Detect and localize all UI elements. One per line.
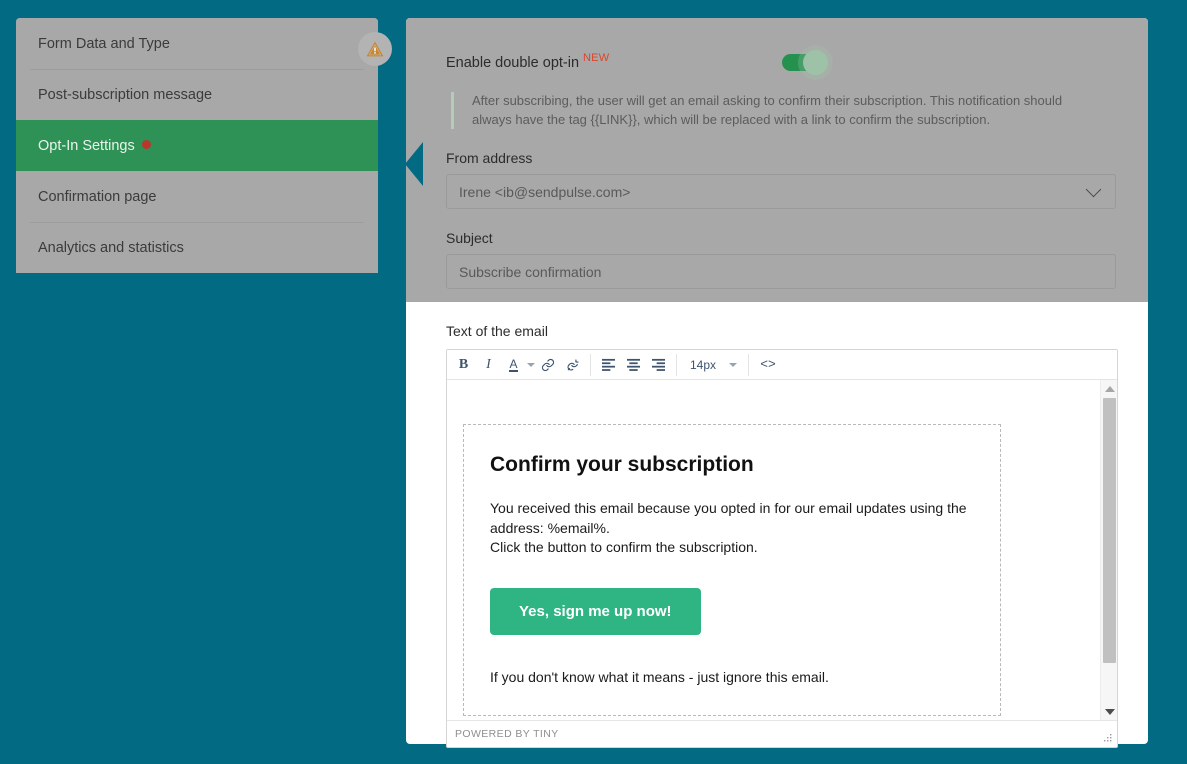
chevron-down-icon: [1085, 181, 1102, 197]
double-opt-in-info-note: After subscribing, the user will get an …: [451, 92, 1101, 129]
sidebar-item-label: Post-subscription message: [38, 86, 213, 103]
sidebar-item-label: Form Data and Type: [38, 35, 170, 52]
toggle-knob: [803, 50, 828, 75]
editor-toolbar: B I A 14px <>: [447, 350, 1117, 380]
editor-vertical-scrollbar[interactable]: [1100, 380, 1117, 720]
powered-by-label: POWERED BY TINY: [455, 728, 559, 740]
toolbar-separator: [590, 353, 591, 376]
warning-triangle-icon[interactable]: [358, 32, 392, 66]
italic-icon: I: [486, 356, 491, 372]
resize-grip-icon[interactable]: [1101, 732, 1113, 744]
double-opt-in-label: Enable double opt-in: [446, 55, 580, 72]
text-color-button[interactable]: A: [501, 353, 526, 377]
scrollbar-thumb[interactable]: [1103, 398, 1116, 663]
from-address-select[interactable]: Irene <ib@sendpulse.com>: [446, 174, 1116, 209]
align-center-icon: [627, 358, 640, 371]
subject-input[interactable]: Subscribe confirmation: [446, 254, 1116, 289]
email-template-body[interactable]: Confirm your subscription You received t…: [463, 424, 1001, 716]
toolbar-group-align: [596, 354, 671, 376]
sidebar-item-label: Analytics and statistics: [38, 239, 184, 256]
sidebar-item-post-subscription-message[interactable]: Post-subscription message: [16, 69, 378, 120]
email-paragraph: You received this email because you opte…: [490, 499, 974, 558]
email-paragraph-line-3: Click the button to confirm the subscrip…: [490, 539, 758, 555]
tinymce-editor: B I A 14px <> Confirm your subscription …: [446, 349, 1118, 748]
double-opt-in-label-wrap: Enable double opt-in NEW: [446, 52, 610, 72]
new-badge: NEW: [583, 52, 610, 65]
unlink-icon: [567, 358, 579, 370]
email-text-editor-block: Text of the email B I A 14px <> Confirm …: [446, 323, 1118, 748]
email-footer-text: If you don't know what it means - just i…: [490, 668, 829, 685]
subject-value: Subscribe confirmation: [459, 263, 602, 280]
editor-canvas[interactable]: Confirm your subscription You received t…: [447, 380, 1117, 720]
font-size-chevron-down-icon: [729, 362, 738, 367]
unsaved-changes-dot-icon: [141, 140, 151, 149]
align-right-button[interactable]: [646, 353, 671, 377]
align-right-icon: [652, 358, 665, 371]
sidebar-item-label: Opt-In Settings: [38, 137, 135, 154]
text-color-chevron-down-icon[interactable]: [527, 362, 535, 367]
align-left-button[interactable]: [596, 353, 621, 377]
panel-caret-icon: [405, 142, 423, 186]
sidebar-item-confirmation-page[interactable]: Confirmation page: [16, 171, 378, 222]
double-opt-in-row: Enable double opt-in NEW: [446, 48, 1116, 76]
insert-link-button[interactable]: [535, 353, 560, 377]
email-title: Confirm your subscription: [490, 453, 754, 476]
subject-label: Subject: [446, 230, 493, 246]
email-cta-button[interactable]: Yes, sign me up now!: [490, 587, 701, 635]
toolbar-separator: [748, 353, 750, 376]
from-address-label: From address: [446, 150, 533, 166]
sidebar-item-label: Confirmation page: [38, 188, 157, 205]
scroll-up-arrow-icon[interactable]: [1101, 380, 1117, 397]
toolbar-group-format: B I A: [451, 354, 585, 376]
from-address-value: Irene <ib@sendpulse.com>: [459, 183, 631, 200]
editor-scroll-area[interactable]: Confirm your subscription You received t…: [447, 380, 1100, 720]
settings-sidebar: Form Data and Type Post-subscription mes…: [16, 18, 392, 273]
scroll-down-arrow-icon[interactable]: [1101, 703, 1117, 720]
email-text-label: Text of the email: [446, 323, 548, 339]
align-left-icon: [602, 358, 615, 371]
italic-button[interactable]: I: [476, 353, 501, 377]
opt-in-settings-panel: Enable double opt-in NEW After subscribin…: [405, 18, 1148, 748]
font-size-select[interactable]: 14px: [682, 353, 743, 377]
link-icon: [541, 358, 554, 371]
email-paragraph-line-1: You received this email because you opte…: [490, 500, 967, 516]
double-opt-in-toggle[interactable]: [782, 50, 828, 75]
sidebar-item-opt-in-settings[interactable]: Opt-In Settings: [16, 120, 378, 171]
panel-content: Enable double opt-in NEW After subscribin…: [406, 18, 1148, 289]
bold-button[interactable]: B: [451, 353, 476, 377]
sidebar-item-form-data-and-type[interactable]: Form Data and Type: [16, 18, 378, 69]
bold-icon: B: [458, 356, 469, 372]
text-color-icon: A: [509, 356, 518, 372]
toolbar-separator: [676, 353, 677, 376]
source-code-button[interactable]: <>: [754, 353, 782, 377]
sidebar-item-analytics-and-statistics[interactable]: Analytics and statistics: [16, 222, 378, 273]
source-code-icon: <>: [760, 357, 776, 372]
email-paragraph-line-2: address: %email%.: [490, 519, 610, 536]
font-size-value: 14px: [690, 357, 717, 372]
editor-status-bar: POWERED BY TINY: [447, 720, 1117, 747]
remove-link-button[interactable]: [560, 353, 585, 377]
align-center-button[interactable]: [621, 353, 646, 377]
